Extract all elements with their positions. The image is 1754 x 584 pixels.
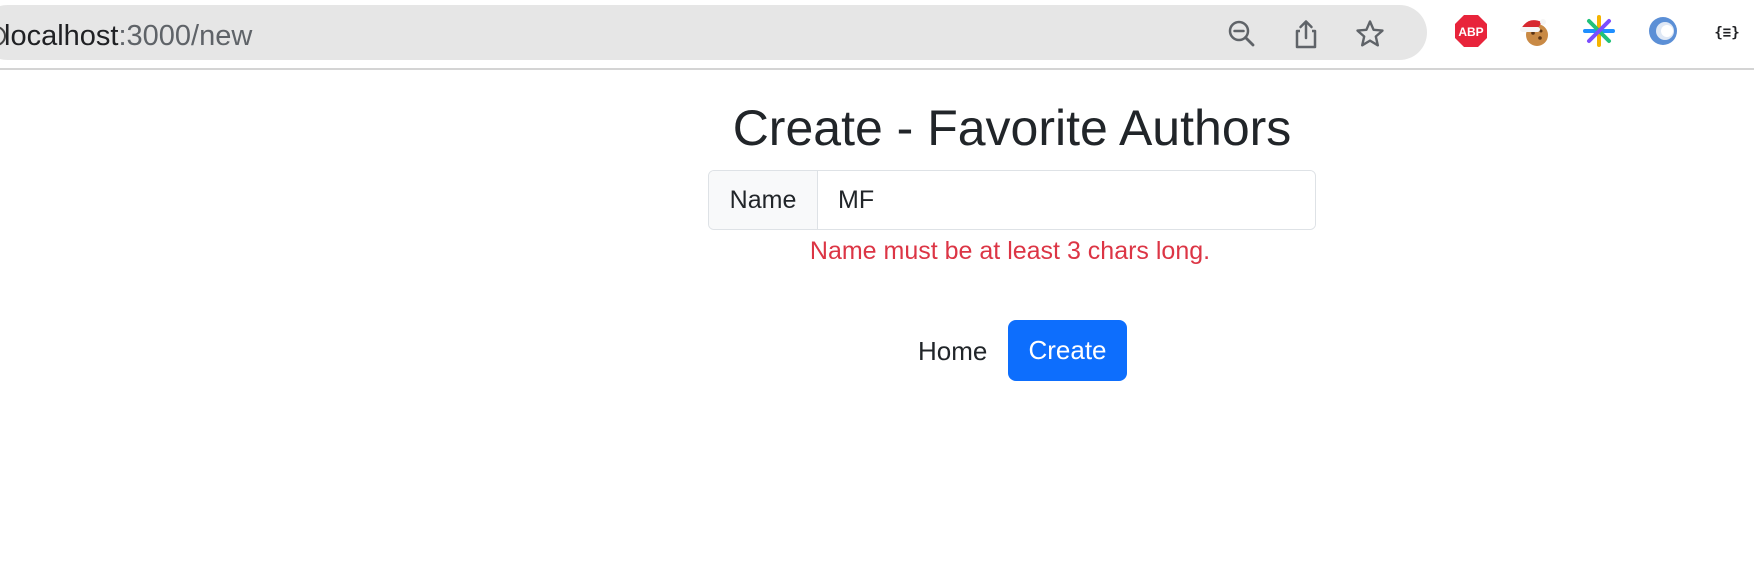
address-bar[interactable]: localhost:3000/new bbox=[0, 5, 1427, 60]
page-title: Create - Favorite Authors bbox=[732, 100, 1292, 156]
name-input-group: Name bbox=[708, 170, 1316, 230]
svg-text:{≡}: {≡} bbox=[1714, 25, 1739, 41]
url-host: localhost bbox=[4, 20, 119, 52]
colorful-asterisk-icon[interactable] bbox=[1582, 14, 1616, 48]
cookie-santa-hat-icon[interactable] bbox=[1518, 14, 1552, 48]
name-label: Name bbox=[709, 171, 818, 229]
circle-ring-icon[interactable] bbox=[1646, 14, 1680, 48]
bookmark-star-icon[interactable] bbox=[1354, 18, 1386, 50]
create-button[interactable]: Create bbox=[1008, 320, 1127, 381]
home-link[interactable]: Home bbox=[918, 333, 987, 369]
svg-text:ABP: ABP bbox=[1458, 25, 1483, 39]
adblock-plus-icon[interactable]: ABP bbox=[1454, 14, 1488, 48]
url-text[interactable]: localhost:3000/new bbox=[4, 18, 252, 54]
name-input[interactable] bbox=[818, 171, 1315, 229]
json-formatter-icon[interactable]: {≡} bbox=[1710, 14, 1744, 48]
name-validation-error: Name must be at least 3 chars long. bbox=[809, 237, 1211, 265]
share-icon[interactable] bbox=[1290, 18, 1322, 50]
zoom-out-icon[interactable] bbox=[1226, 18, 1258, 50]
url-path: :3000/new bbox=[118, 20, 253, 52]
browser-toolbar: localhost:3000/new ABP {≡} bbox=[0, 0, 1754, 70]
